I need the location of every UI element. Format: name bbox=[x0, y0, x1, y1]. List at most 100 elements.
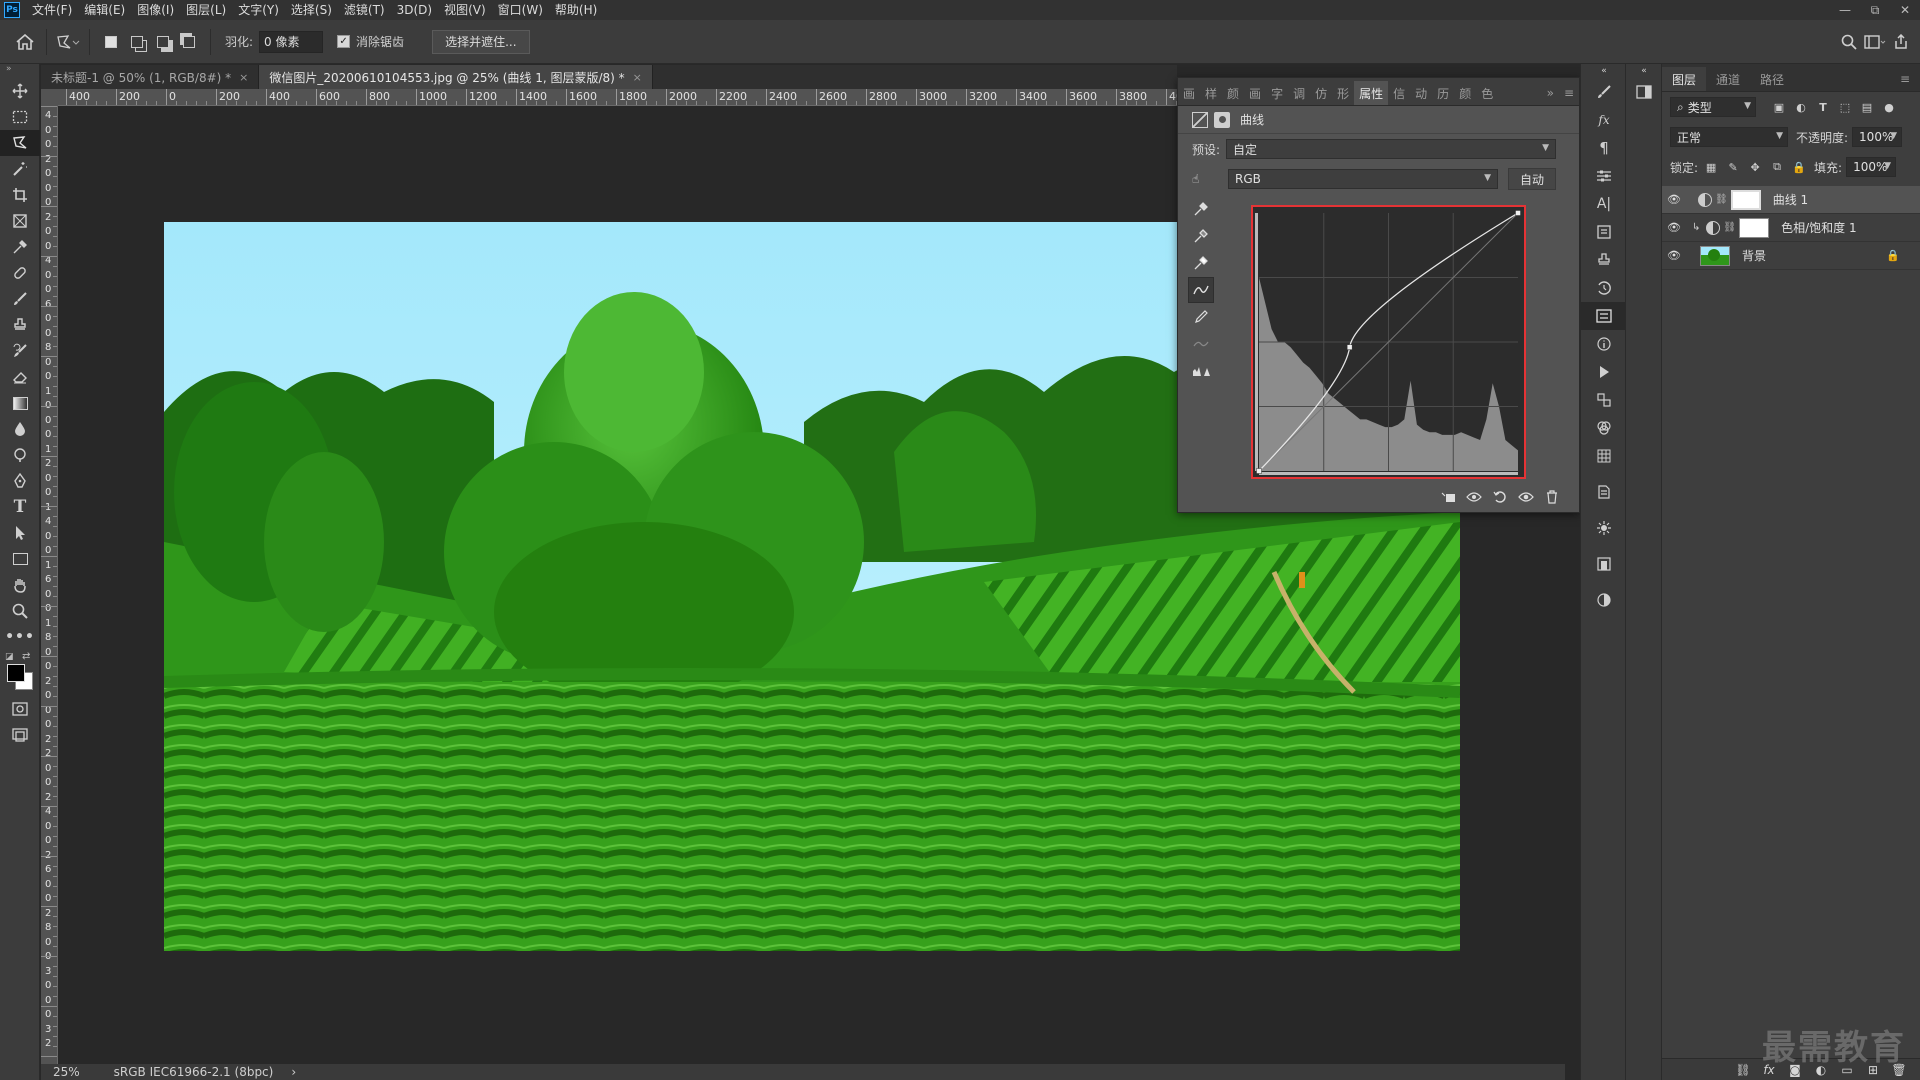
layer-mask-thumbnail[interactable] bbox=[1739, 217, 1770, 238]
clip-to-layer-icon[interactable] bbox=[1435, 486, 1461, 508]
filter-pixel-icon[interactable]: ▣ bbox=[1770, 98, 1788, 116]
curves-graph[interactable] bbox=[1251, 205, 1526, 479]
brush-panel-icon[interactable] bbox=[1581, 78, 1627, 106]
eyedropper-icon[interactable] bbox=[0, 234, 40, 260]
menu-view[interactable]: 视图(V) bbox=[438, 0, 492, 20]
tab-paths[interactable]: 路径 bbox=[1750, 67, 1794, 91]
menu-select[interactable]: 选择(S) bbox=[285, 0, 338, 20]
tab-untitled-1[interactable]: 未标题-1 @ 50% (1, RGB/8#) * × bbox=[41, 65, 260, 89]
share-icon[interactable] bbox=[1888, 29, 1914, 55]
horizontal-ruler[interactable]: 400 200 0 200 400 600 800 1000 1200 1400 1600 1800 2… bbox=[58, 89, 1177, 106]
ruler-origin[interactable] bbox=[41, 89, 58, 106]
collapse-strip-icon[interactable]: « bbox=[1626, 64, 1662, 78]
color-swatches[interactable]: ◪ ⇄ bbox=[0, 650, 40, 696]
mask-link-icon[interactable]: ⛓ bbox=[1715, 194, 1728, 205]
tab-color[interactable]: 颜 bbox=[1222, 81, 1244, 105]
tab-properties[interactable]: 属性 bbox=[1354, 81, 1389, 105]
vertical-ruler[interactable]: 4 0 0 2 0 0 0 2 0 0 4 0 0 6 0 0 8 0 0 1 0 0 0 1 2 0 0 1 4 0 0 1 6 0 0 1 8 0 0 2… bbox=[41, 106, 58, 1064]
background-thumbnail[interactable] bbox=[1700, 245, 1730, 266]
clone-source-panel-icon[interactable] bbox=[1581, 246, 1627, 274]
menu-layer[interactable]: 图层(L) bbox=[180, 0, 232, 20]
filter-toggle-icon[interactable]: ● bbox=[1880, 98, 1898, 116]
history-brush-icon[interactable] bbox=[0, 338, 40, 364]
menu-type[interactable]: 文字(Y) bbox=[232, 0, 285, 20]
path-selection-icon[interactable] bbox=[0, 520, 40, 546]
foreground-color-swatch[interactable] bbox=[7, 664, 25, 682]
smooth-curve-icon[interactable] bbox=[1188, 331, 1214, 357]
polygonal-lasso-icon[interactable] bbox=[0, 130, 40, 156]
adjustments-panel-icon[interactable] bbox=[1581, 162, 1627, 190]
visibility-eye-icon[interactable]: 👁 bbox=[1662, 186, 1686, 214]
workspace-icon[interactable] bbox=[1862, 29, 1888, 55]
tab-history[interactable]: 历 bbox=[1432, 81, 1454, 105]
healing-brush-icon[interactable] bbox=[0, 260, 40, 286]
blend-mode-dropdown[interactable]: 正常 ▼ bbox=[1670, 127, 1788, 147]
collapse-icon[interactable]: » bbox=[0, 64, 39, 78]
menu-3d[interactable]: 3D(D) bbox=[391, 0, 438, 20]
tab-shapes[interactable]: 形 bbox=[1332, 81, 1354, 105]
navigator-panel-icon[interactable] bbox=[1626, 78, 1662, 106]
intersect-selection-mode-icon[interactable] bbox=[178, 31, 200, 53]
magic-wand-icon[interactable] bbox=[0, 156, 40, 182]
zoom-level[interactable]: 25% bbox=[53, 1065, 80, 1079]
gray-point-eyedropper-icon[interactable] bbox=[1188, 223, 1214, 249]
filter-shape-icon[interactable]: ⬚ bbox=[1836, 98, 1854, 116]
black-point-eyedropper-icon[interactable] bbox=[1188, 196, 1214, 222]
home-icon[interactable] bbox=[12, 29, 38, 55]
blur-tool-icon[interactable] bbox=[0, 416, 40, 442]
properties-panel-icon[interactable] bbox=[1581, 302, 1627, 330]
quick-mask-icon[interactable] bbox=[0, 696, 40, 722]
tab-styles[interactable]: 样 bbox=[1200, 81, 1222, 105]
antialias-checkbox[interactable]: ✓ bbox=[337, 35, 351, 48]
menu-image[interactable]: 图像(I) bbox=[131, 0, 180, 20]
view-previous-state-icon[interactable] bbox=[1461, 486, 1487, 508]
toggle-visibility-eye-icon[interactable] bbox=[1513, 486, 1539, 508]
default-colors-icon[interactable]: ◪ bbox=[5, 652, 14, 662]
color-panel-icon[interactable] bbox=[1581, 414, 1627, 442]
layer-background[interactable]: 👁 背景 🔒 bbox=[1662, 242, 1920, 270]
paragraph-panel-icon[interactable]: ¶ bbox=[1581, 134, 1627, 162]
light-panel-icon[interactable] bbox=[1581, 514, 1627, 542]
swap-colors-icon[interactable]: ⇄ bbox=[22, 651, 30, 662]
crop-tool-icon[interactable] bbox=[0, 182, 40, 208]
close-tab-icon[interactable]: × bbox=[239, 71, 248, 84]
tab-swatches[interactable]: 颜 bbox=[1454, 81, 1476, 105]
opacity-input[interactable]: 100% ▼ bbox=[1852, 127, 1903, 147]
screen-mode-icon[interactable] bbox=[0, 722, 40, 748]
on-image-adjust-icon[interactable]: ☝ bbox=[1192, 172, 1216, 186]
lock-position-icon[interactable]: ✥ bbox=[1746, 158, 1764, 176]
tab-actions[interactable]: 动 bbox=[1410, 81, 1432, 105]
curve-plot[interactable] bbox=[1253, 207, 1524, 477]
notes-panel-icon[interactable] bbox=[1581, 478, 1627, 506]
gradient-tool-icon[interactable] bbox=[0, 390, 40, 416]
new-selection-mode-icon[interactable] bbox=[100, 31, 122, 53]
filter-type-icon[interactable]: T bbox=[1814, 98, 1832, 116]
status-menu-arrow[interactable]: › bbox=[291, 1065, 296, 1079]
menu-help[interactable]: 帮助(H) bbox=[549, 0, 603, 20]
delete-adjustment-trash-icon[interactable] bbox=[1539, 486, 1565, 508]
tab-channels[interactable]: 通道 bbox=[1706, 67, 1750, 91]
rectangle-tool-icon[interactable] bbox=[0, 546, 40, 572]
character-panel-icon[interactable]: A| bbox=[1581, 190, 1627, 218]
hand-tool-icon[interactable] bbox=[0, 572, 40, 598]
brush-tool-icon[interactable] bbox=[0, 286, 40, 312]
white-point-eyedropper-icon[interactable] bbox=[1188, 250, 1214, 276]
tab-brush-settings[interactable]: 画 bbox=[1244, 81, 1266, 105]
tab-color-2[interactable]: 色 bbox=[1476, 81, 1498, 105]
filter-adjustment-icon[interactable]: ◐ bbox=[1792, 98, 1810, 116]
link-layers-icon[interactable]: ⛓ bbox=[1730, 1059, 1756, 1080]
lock-all-icon[interactable]: 🔒 bbox=[1790, 158, 1808, 176]
layer-curves-1[interactable]: 👁 ⛓ 曲线 1 bbox=[1662, 186, 1920, 214]
layer-comps-panel-icon[interactable] bbox=[1581, 550, 1627, 578]
rectangular-marquee-icon[interactable] bbox=[0, 104, 40, 130]
lock-transparent-icon[interactable]: ▦ bbox=[1702, 158, 1720, 176]
pen-tool-icon[interactable] bbox=[0, 468, 40, 494]
menu-edit[interactable]: 编辑(E) bbox=[78, 0, 131, 20]
channels-panel-icon[interactable] bbox=[1581, 386, 1627, 414]
tab-wechat-image[interactable]: 微信图片_20200610104553.jpg @ 25% (曲线 1, 图层蒙… bbox=[259, 65, 653, 89]
clone-stamp-icon[interactable] bbox=[0, 312, 40, 338]
layers-panel-menu-icon[interactable]: ≡ bbox=[1890, 67, 1920, 91]
preset-dropdown[interactable]: 自定 ▼ bbox=[1226, 139, 1557, 159]
menu-file[interactable]: 文件(F) bbox=[26, 0, 78, 20]
panel-menu-icon[interactable]: ≡ bbox=[1559, 81, 1579, 105]
